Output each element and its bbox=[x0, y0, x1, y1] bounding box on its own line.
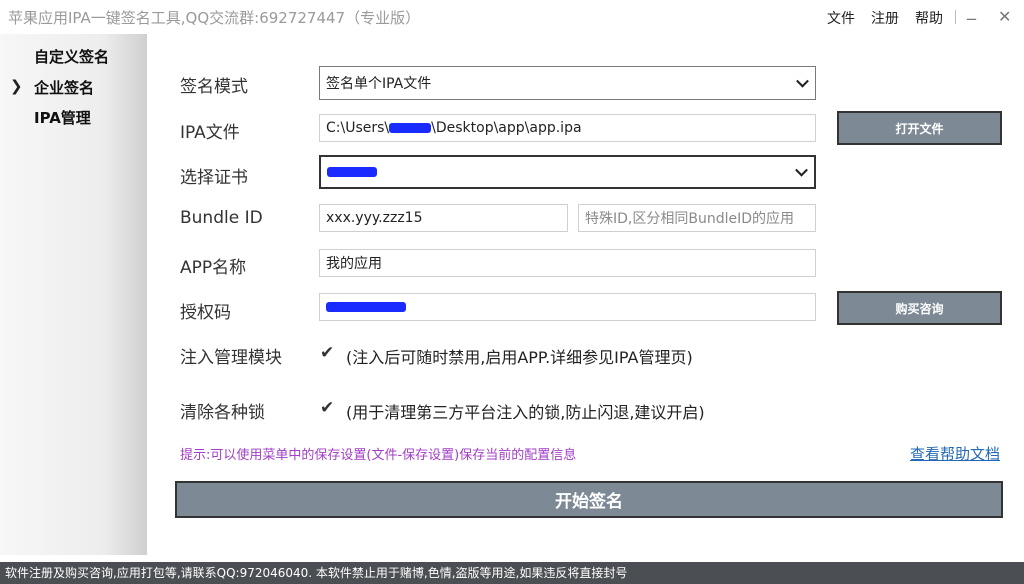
ipa-file-input[interactable]: C:\Users\ \Desktop\app\app.ipa bbox=[319, 114, 816, 142]
menu-file[interactable]: 文件 bbox=[827, 8, 855, 28]
close-icon[interactable]: ✕ bbox=[998, 7, 1011, 26]
help-doc-link[interactable]: 查看帮助文档 bbox=[910, 443, 1000, 464]
sidebar-item-enterprise-sign[interactable]: 企业签名 bbox=[34, 77, 94, 98]
certificate-label: 选择证书 bbox=[180, 168, 248, 188]
redaction-mark bbox=[326, 302, 406, 312]
title-separator bbox=[955, 10, 956, 24]
chevron-right-icon: ❯ bbox=[10, 77, 23, 95]
title-bar: 苹果应用IPA一键签名工具,QQ交流群:692727447（专业版） 文件 注册… bbox=[0, 0, 1024, 34]
inject-module-label: 注入管理模块 bbox=[180, 348, 282, 368]
special-id-placeholder: 特殊ID,区分相同BundleID的应用 bbox=[585, 211, 795, 227]
menu-register[interactable]: 注册 bbox=[871, 8, 899, 28]
auth-code-input[interactable] bbox=[319, 293, 816, 321]
sidebar-item-custom-sign[interactable]: 自定义签名 bbox=[34, 46, 109, 67]
chevron-down-icon bbox=[795, 163, 808, 177]
buy-consult-button[interactable]: 购买咨询 bbox=[837, 291, 1002, 325]
ipa-path-suffix: \Desktop\app\app.ipa bbox=[431, 120, 582, 136]
ipa-file-label: IPA文件 bbox=[180, 123, 240, 143]
menu-help[interactable]: 帮助 bbox=[915, 8, 943, 28]
sidebar: 自定义签名 ❯ 企业签名 IPA管理 bbox=[0, 34, 147, 555]
clear-locks-description: (用于清理第三方平台注入的锁,防止闪退,建议开启) bbox=[346, 403, 705, 422]
bundle-id-label: Bundle ID bbox=[180, 208, 263, 228]
sign-mode-value: 签名单个IPA文件 bbox=[326, 76, 432, 92]
bundle-id-input[interactable]: xxx.yyy.zzz15 bbox=[319, 204, 568, 232]
app-name-label: APP名称 bbox=[180, 258, 247, 278]
redaction-mark bbox=[327, 167, 377, 177]
bundle-id-value: xxx.yyy.zzz15 bbox=[326, 210, 423, 226]
sign-mode-select[interactable]: 签名单个IPA文件 bbox=[319, 66, 816, 100]
ipa-path-prefix: C:\Users\ bbox=[326, 120, 390, 136]
app-name-value: 我的应用 bbox=[326, 256, 382, 272]
special-id-input[interactable]: 特殊ID,区分相同BundleID的应用 bbox=[578, 204, 816, 232]
status-bar: 软件注册及购买咨询,应用打包等,请联系QQ:972046040. 本软件禁止用于… bbox=[0, 562, 1024, 584]
inject-checkbox[interactable]: ✔ bbox=[320, 345, 336, 362]
window-title: 苹果应用IPA一键签名工具,QQ交流群:692727447（专业版） bbox=[8, 9, 421, 27]
chevron-down-icon bbox=[796, 74, 809, 88]
hint-text: 提示:可以使用菜单中的保存设置(文件-保存设置)保存当前的配置信息 bbox=[180, 448, 577, 463]
clear-locks-label: 清除各种锁 bbox=[180, 403, 265, 423]
clear-locks-checkbox[interactable]: ✔ bbox=[320, 400, 336, 417]
auth-code-label: 授权码 bbox=[180, 303, 231, 323]
redaction-mark bbox=[389, 123, 432, 133]
start-sign-button[interactable]: 开始签名 bbox=[175, 481, 1003, 518]
inject-description: (注入后可随时禁用,启用APP.详细参见IPA管理页) bbox=[346, 348, 693, 367]
minimize-icon[interactable]: _ bbox=[967, 0, 976, 21]
certificate-select[interactable] bbox=[319, 155, 816, 189]
sidebar-item-ipa-manage[interactable]: IPA管理 bbox=[34, 107, 91, 128]
open-file-button[interactable]: 打开文件 bbox=[837, 111, 1002, 145]
sign-mode-label: 签名模式 bbox=[180, 77, 248, 97]
app-name-input[interactable]: 我的应用 bbox=[319, 249, 816, 277]
